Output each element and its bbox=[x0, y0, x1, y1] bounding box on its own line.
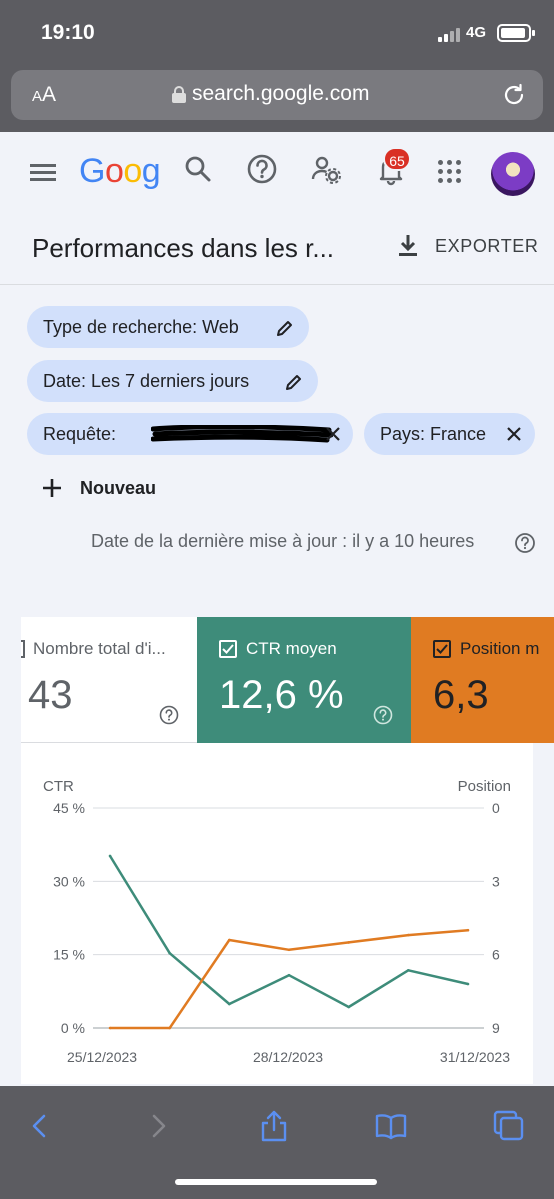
data-point-ctr bbox=[168, 951, 171, 955]
data-point-position bbox=[407, 933, 410, 937]
edit-icon[interactable] bbox=[284, 372, 304, 392]
right-tick-label: 9 bbox=[492, 1020, 500, 1036]
reload-icon[interactable] bbox=[501, 82, 527, 108]
help-icon[interactable] bbox=[245, 152, 279, 186]
lock-icon bbox=[172, 86, 186, 103]
metric-card-ctr[interactable]: CTR moyen 12,6 % bbox=[197, 617, 411, 743]
data-point-position bbox=[168, 1026, 171, 1030]
x-tick-label: 28/12/2023 bbox=[253, 1049, 323, 1065]
data-point-position bbox=[287, 948, 291, 952]
left-tick-label: 45 % bbox=[53, 800, 85, 816]
metric-card-total[interactable]: Nombre total d'i... 43 bbox=[21, 617, 197, 743]
help-icon[interactable] bbox=[373, 705, 393, 725]
export-button[interactable]: EXPORTER bbox=[396, 231, 539, 263]
chip-label: Type de recherche: Web bbox=[43, 317, 239, 337]
edit-icon[interactable] bbox=[275, 318, 295, 338]
left-tick-label: 15 % bbox=[53, 947, 85, 963]
text-size-button[interactable]: AA bbox=[32, 83, 56, 107]
data-point-position bbox=[347, 941, 350, 944]
home-indicator bbox=[175, 1179, 377, 1185]
x-tick-label: 31/12/2023 bbox=[440, 1049, 510, 1065]
chip-label: Requête: bbox=[43, 424, 117, 444]
address-bar[interactable]: AA search.google.com bbox=[11, 70, 543, 120]
line-chart: CTR Position 45 % 0 30 % 3 15 % 6 0 % 9 25/12/2023… bbox=[43, 778, 511, 1065]
filter-chip-search-type[interactable]: Type de recherche: Web bbox=[27, 306, 309, 348]
data-point-ctr bbox=[466, 982, 470, 986]
download-icon bbox=[399, 235, 417, 256]
user-settings-icon[interactable] bbox=[309, 152, 343, 186]
redaction-scribble bbox=[151, 425, 333, 443]
plus-icon bbox=[43, 479, 61, 497]
metric-value: 43 bbox=[28, 673, 73, 717]
metric-label: Nombre total d'i... bbox=[33, 639, 166, 658]
menu-icon[interactable] bbox=[30, 164, 56, 182]
checkbox[interactable] bbox=[21, 640, 25, 658]
chip-label: Date: Les 7 derniers jours bbox=[43, 371, 250, 391]
new-filter-label: Nouveau bbox=[80, 478, 157, 498]
page-title: Performances dans les r... bbox=[32, 233, 335, 263]
close-icon[interactable] bbox=[324, 425, 342, 443]
share-icon[interactable] bbox=[256, 1108, 292, 1144]
bookmarks-icon[interactable] bbox=[373, 1108, 409, 1144]
x-tick-label: 25/12/2023 bbox=[67, 1049, 137, 1065]
notification-badge: 65 bbox=[383, 147, 411, 171]
checkbox-checked[interactable] bbox=[433, 640, 451, 658]
left-tick-label: 30 % bbox=[53, 873, 85, 889]
right-tick-label: 6 bbox=[492, 947, 500, 963]
metric-value: 12,6 % bbox=[219, 673, 344, 717]
browser-bar: AA search.google.com bbox=[0, 62, 554, 132]
data-point-ctr bbox=[287, 973, 291, 977]
metric-label: Position m bbox=[460, 639, 540, 658]
filter-chip-country[interactable]: Pays: France bbox=[364, 413, 535, 455]
status-bar: 19:10 4G bbox=[0, 0, 554, 62]
url-text: search.google.com bbox=[192, 82, 370, 105]
data-point-position bbox=[466, 928, 470, 932]
metric-label: CTR moyen bbox=[246, 639, 337, 658]
app-header: Google bbox=[0, 132, 554, 216]
right-tick-label: 3 bbox=[492, 873, 500, 889]
help-icon[interactable] bbox=[159, 705, 179, 725]
data-point-position bbox=[228, 938, 231, 942]
checkbox-checked[interactable] bbox=[219, 640, 237, 658]
apps-grid-icon[interactable] bbox=[438, 160, 462, 184]
left-tick-label: 0 % bbox=[61, 1020, 85, 1036]
data-point-position bbox=[108, 1026, 112, 1030]
close-icon[interactable] bbox=[505, 425, 523, 443]
data-point-ctr bbox=[228, 1002, 231, 1006]
right-tick-label: 0 bbox=[492, 800, 500, 816]
forward-icon[interactable] bbox=[140, 1108, 176, 1144]
data-point-ctr bbox=[108, 854, 112, 858]
metric-value: 6,3 bbox=[433, 673, 489, 717]
performance-chart: CTR Position 45 % 0 30 % 3 15 % 6 0 % 9 25/12/2023… bbox=[21, 743, 533, 1084]
left-axis-title: CTR bbox=[43, 778, 74, 795]
avatar[interactable] bbox=[491, 152, 535, 196]
right-axis-title: Position bbox=[458, 778, 511, 795]
tabs-icon[interactable] bbox=[491, 1108, 527, 1144]
filter-chip-query[interactable]: Requête: bbox=[27, 413, 353, 455]
filter-chip-date[interactable]: Date: Les 7 derniers jours bbox=[27, 360, 318, 402]
battery-icon bbox=[497, 24, 535, 42]
last-update-text: Date de la dernière mise à jour : il y a… bbox=[91, 531, 475, 551]
signal-icon bbox=[438, 26, 464, 42]
back-icon[interactable] bbox=[22, 1108, 58, 1144]
data-point-ctr bbox=[407, 969, 410, 972]
export-label: EXPORTER bbox=[435, 236, 539, 256]
google-logo[interactable]: Google bbox=[79, 152, 161, 196]
search-icon[interactable] bbox=[181, 152, 215, 186]
network-type: 4G bbox=[466, 24, 487, 41]
new-filter-button[interactable]: Nouveau bbox=[40, 476, 170, 504]
divider bbox=[0, 284, 554, 285]
series-line-ctr bbox=[108, 855, 469, 1009]
status-time: 19:10 bbox=[41, 21, 95, 44]
data-point-ctr bbox=[347, 1005, 350, 1009]
chip-label: Pays: France bbox=[380, 424, 487, 444]
metric-card-position[interactable]: Position m 6,3 bbox=[411, 617, 554, 743]
metric-cards: Nombre total d'i... 43 CTR moyen 12,6 % … bbox=[21, 617, 554, 743]
help-icon[interactable] bbox=[514, 532, 536, 554]
